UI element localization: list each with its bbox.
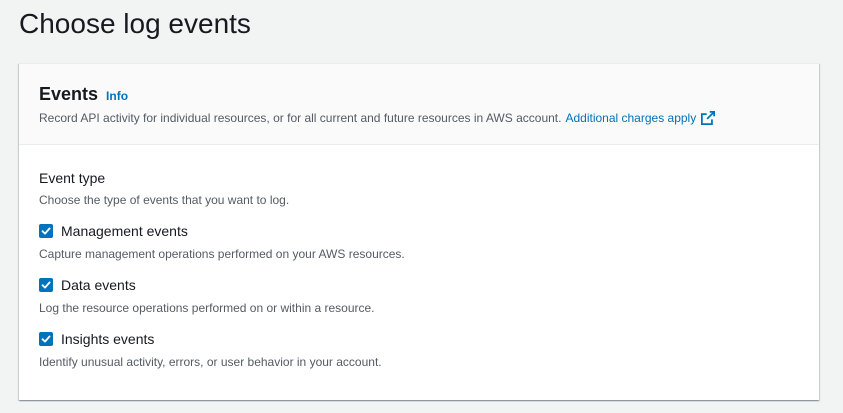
events-panel-header: Events Info Record API activity for indi… (19, 64, 819, 145)
external-link-icon (701, 111, 716, 125)
info-link[interactable]: Info (106, 89, 128, 103)
data-events-description: Log the resource operations performed on… (39, 301, 375, 315)
events-description-row: Record API activity for individual resou… (39, 109, 799, 127)
events-title: Events (39, 84, 99, 104)
insights-events-description: Identify unusual activity, errors, or us… (39, 355, 382, 369)
events-panel-body: Event type Choose the type of events tha… (19, 145, 819, 370)
insights-events-label[interactable]: Insights events (61, 330, 154, 348)
management-events-label[interactable]: Management events (61, 222, 188, 240)
option-row: Data events (39, 276, 799, 294)
option-management-events: Management events Capture management ope… (39, 222, 799, 262)
event-type-description: Choose the type of events that you want … (39, 193, 290, 207)
checkmark-icon (41, 335, 51, 343)
events-description: Record API activity for individual resou… (39, 111, 562, 125)
option-row: Management events (39, 222, 799, 240)
additional-charges-link-label: Additional charges apply (565, 111, 697, 125)
additional-charges-link[interactable]: Additional charges apply (565, 109, 716, 127)
events-panel: Events Info Record API activity for indi… (19, 63, 819, 400)
data-events-label[interactable]: Data events (61, 276, 136, 294)
management-events-checkbox[interactable] (39, 224, 53, 238)
event-type-label: Event type (39, 170, 106, 186)
option-row: Insights events (39, 330, 799, 348)
page-title: Choose log events (19, 8, 251, 39)
insights-events-checkbox[interactable] (39, 332, 53, 346)
option-insights-events: Insights events Identify unusual activit… (39, 330, 799, 370)
option-data-events: Data events Log the resource operations … (39, 276, 799, 316)
events-header-row: Events Info (39, 83, 799, 105)
data-events-checkbox[interactable] (39, 278, 53, 292)
management-events-description: Capture management operations performed … (39, 247, 405, 261)
checkmark-icon (41, 227, 51, 235)
checkmark-icon (41, 281, 51, 289)
